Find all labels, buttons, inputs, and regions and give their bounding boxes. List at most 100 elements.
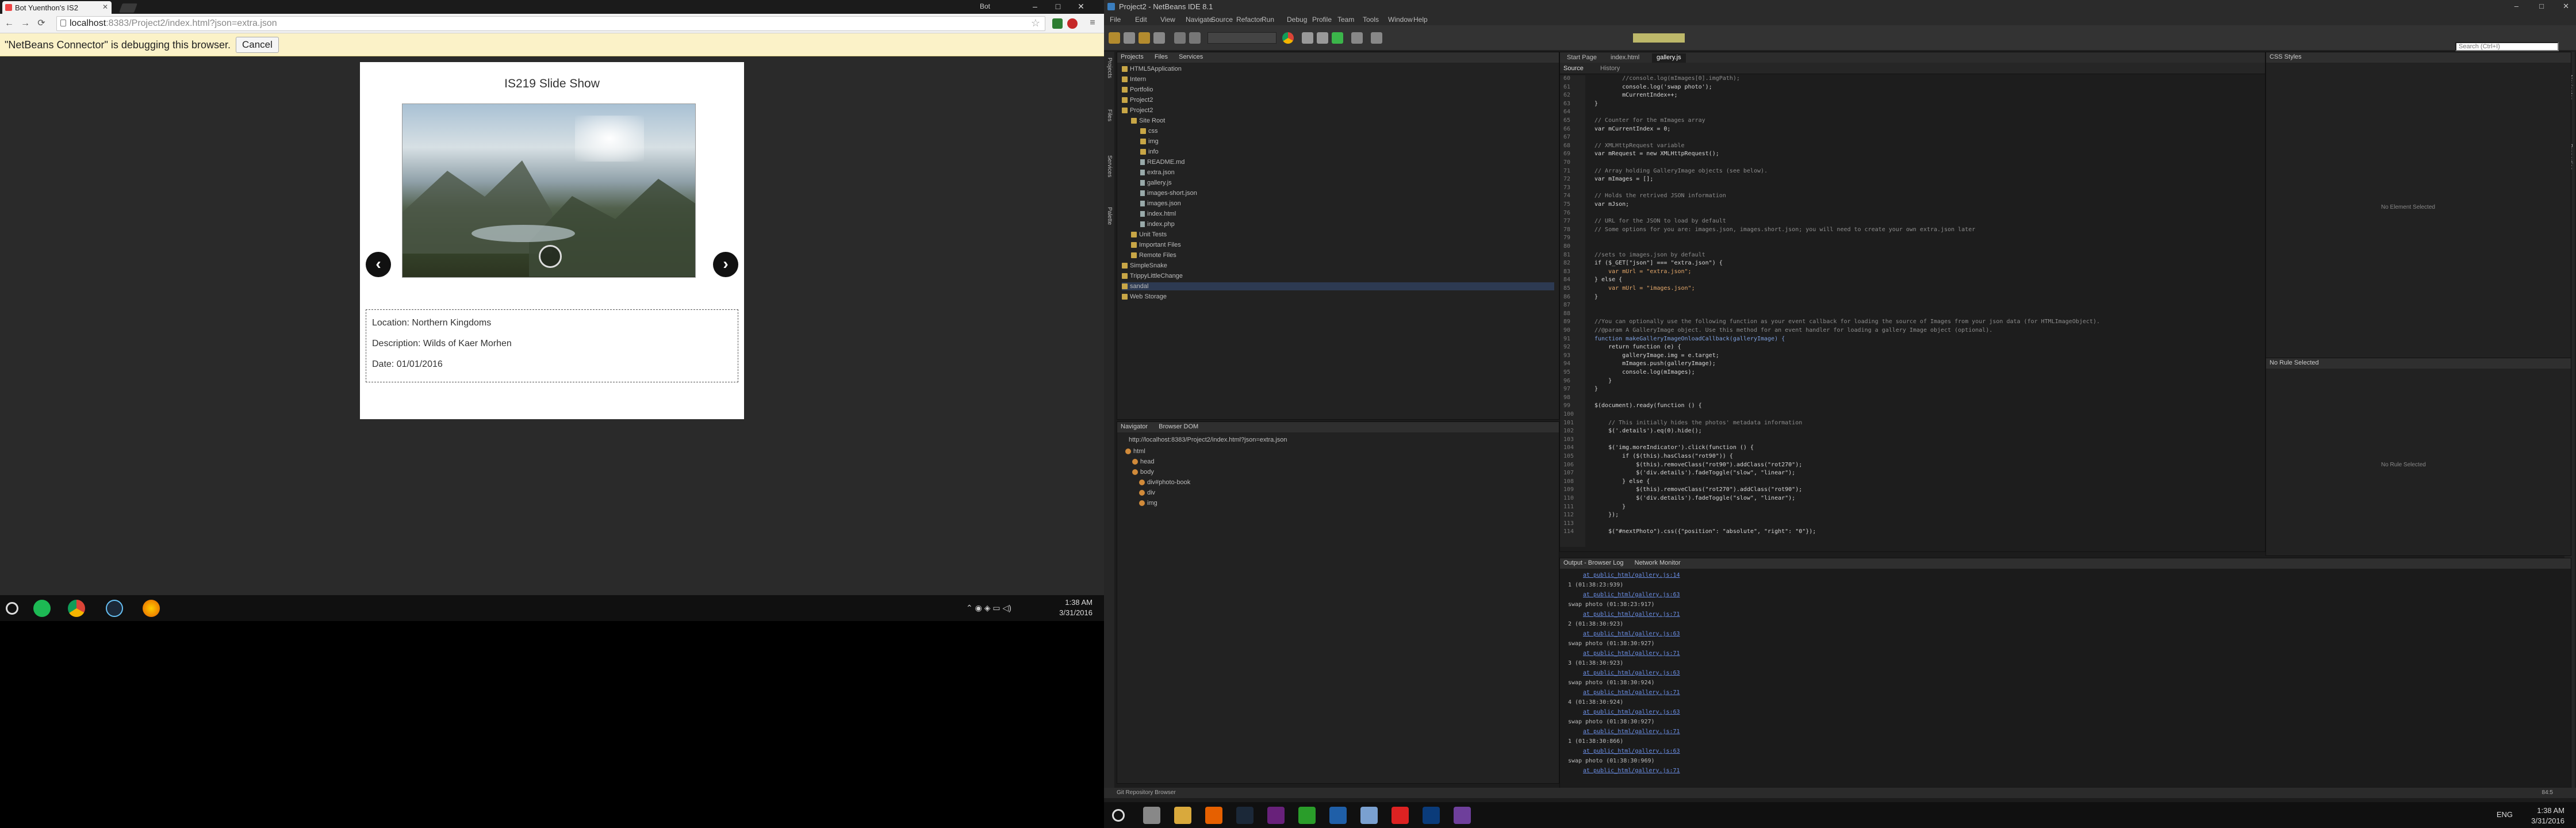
clean-build-icon[interactable]: [1317, 32, 1328, 44]
tab-browser-dom[interactable]: Browser DOM: [1159, 423, 1198, 430]
new-file-icon[interactable]: [1124, 32, 1135, 44]
tree-file[interactable]: extra.json: [1140, 168, 1175, 177]
tree-folder[interactable]: Portfolio: [1122, 86, 1153, 94]
tree-folder[interactable]: Project2: [1122, 96, 1153, 104]
menu-run[interactable]: Run: [1262, 16, 1274, 24]
tree-folder[interactable]: Intern: [1122, 75, 1146, 83]
save-all-icon[interactable]: [1153, 32, 1165, 44]
taskbar-clock[interactable]: 1:38 AM 3/31/2016: [2531, 806, 2564, 826]
config-dropdown[interactable]: [1208, 32, 1276, 44]
virtualbox-icon[interactable]: [1329, 807, 1347, 824]
photoshop-icon[interactable]: [1423, 807, 1440, 824]
tree-folder[interactable]: Site Root: [1131, 117, 1165, 125]
menu-team[interactable]: Team: [1337, 16, 1354, 24]
log-source-link[interactable]: at public_html/gallery.js:71: [1583, 689, 1680, 696]
new-tab-button[interactable]: [119, 3, 137, 13]
next-photo-button[interactable]: ›: [713, 252, 738, 277]
minimize-button[interactable]: –: [1023, 0, 1046, 13]
close-window-button[interactable]: ✕: [2563, 2, 2569, 11]
tree-folder[interactable]: Important Files: [1131, 241, 1181, 249]
task-view-icon[interactable]: [1143, 807, 1160, 824]
tree-folder[interactable]: sandal: [1122, 282, 1554, 290]
log-source-link[interactable]: at public_html/gallery.js:71: [1583, 650, 1680, 657]
address-bar[interactable]: localhost:8383/Project2/index.html?json=…: [56, 16, 1045, 31]
menu-source[interactable]: Source: [1211, 16, 1233, 24]
build-icon[interactable]: [1302, 32, 1313, 44]
code-area[interactable]: 60 //console.log(mImages[0].imgPath); 61 …: [1560, 75, 2265, 547]
netbeans-connector-icon[interactable]: [1067, 18, 1078, 29]
tab-browser-log[interactable]: Output - Browser Log: [1563, 559, 1624, 566]
tree-folder[interactable]: Unit Tests: [1131, 231, 1167, 239]
search-input[interactable]: [2455, 42, 2559, 51]
start-icon[interactable]: [6, 602, 18, 615]
tree-folder[interactable]: Remote Files: [1131, 251, 1176, 259]
redo-icon[interactable]: [1189, 32, 1201, 44]
tree-folder[interactable]: img: [1140, 137, 1159, 145]
start-icon[interactable]: [1112, 809, 1125, 822]
source-view-button[interactable]: Source: [1563, 65, 1584, 72]
memory-meter[interactable]: [1633, 33, 1685, 43]
spotify-icon[interactable]: [33, 600, 51, 617]
tree-file[interactable]: images.json: [1140, 200, 1181, 208]
shield-icon[interactable]: [1298, 807, 1316, 824]
tab-files[interactable]: Files: [1155, 53, 1168, 60]
acrobat-icon[interactable]: [1392, 807, 1409, 824]
extension-icon[interactable]: [1052, 18, 1063, 29]
tab-navigator[interactable]: Navigator: [1121, 423, 1148, 430]
language-indicator[interactable]: ENG: [2497, 810, 2513, 819]
strip-files[interactable]: Files: [1106, 109, 1113, 121]
dom-node[interactable]: body: [1132, 468, 1154, 476]
page-info-icon[interactable]: [60, 20, 66, 26]
tree-file[interactable]: index.html: [1140, 210, 1176, 218]
dom-node[interactable]: html: [1125, 447, 1145, 455]
dom-node[interactable]: div#photo-book: [1139, 478, 1190, 486]
tree-folder[interactable]: css: [1140, 127, 1158, 135]
dom-node[interactable]: div: [1139, 489, 1155, 497]
menu-navigate[interactable]: Navigate: [1186, 16, 1213, 24]
log-source-link[interactable]: at public_html/gallery.js:63: [1583, 748, 1680, 754]
strip-services[interactable]: Services: [1106, 155, 1113, 177]
strip-palette[interactable]: Palette: [1106, 207, 1113, 225]
open-project-icon[interactable]: [1138, 32, 1150, 44]
browser-tab-active[interactable]: Bot Yuenthon's IS2 ✕: [2, 1, 112, 14]
tab-projects[interactable]: Projects: [1121, 53, 1144, 60]
run-project-icon[interactable]: [1332, 32, 1343, 44]
log-source-link[interactable]: at public_html/gallery.js:63: [1583, 631, 1680, 637]
debug-project-icon[interactable]: [1351, 32, 1363, 44]
log-source-link[interactable]: at public_html/gallery.js:63: [1583, 592, 1680, 598]
tab-services[interactable]: Services: [1179, 53, 1203, 60]
menu-edit[interactable]: Edit: [1135, 16, 1147, 24]
cancel-debug-button[interactable]: Cancel: [236, 37, 279, 53]
menu-tools[interactable]: Tools: [1363, 16, 1379, 24]
log-source-link[interactable]: at public_html/gallery.js:71: [1583, 729, 1680, 735]
maximize-button[interactable]: □: [2539, 2, 2544, 10]
menu-help[interactable]: Help: [1413, 16, 1428, 24]
firefox-icon[interactable]: [143, 600, 160, 617]
dom-node[interactable]: img: [1139, 499, 1157, 507]
menu-window[interactable]: Window: [1388, 16, 1413, 24]
browser-select-icon[interactable]: [1282, 32, 1294, 44]
chrome-icon[interactable]: [68, 600, 85, 617]
taskbar-clock[interactable]: 1:38 AM 3/31/2016: [1059, 597, 1092, 618]
strip-projects[interactable]: Projects: [1106, 57, 1113, 78]
log-source-link[interactable]: at public_html/gallery.js:71: [1583, 768, 1680, 774]
log-source-link[interactable]: at public_html/gallery.js:14: [1583, 572, 1680, 578]
steam-icon[interactable]: [106, 600, 123, 617]
visual-studio-icon[interactable]: [1267, 807, 1285, 824]
steam-icon[interactable]: [1236, 807, 1254, 824]
chrome-menu-icon[interactable]: ≡: [1087, 17, 1098, 29]
close-tab-icon[interactable]: ✕: [102, 3, 108, 11]
log-source-link[interactable]: at public_html/gallery.js:71: [1583, 611, 1680, 618]
tab-start-page[interactable]: Start Page: [1562, 53, 1601, 63]
bookmark-star-icon[interactable]: ☆: [1031, 17, 1040, 29]
tree-file[interactable]: index.php: [1140, 220, 1175, 228]
firefox-icon[interactable]: [1205, 807, 1222, 824]
tree-folder[interactable]: Web Storage: [1122, 293, 1167, 301]
prev-photo-button[interactable]: ‹: [366, 252, 391, 277]
menu-view[interactable]: View: [1160, 16, 1175, 24]
back-icon[interactable]: ←: [3, 18, 15, 29]
tree-folder[interactable]: SimpleSnake: [1122, 262, 1167, 270]
tree-file[interactable]: gallery.js: [1140, 179, 1172, 187]
tree-file[interactable]: README.md: [1140, 158, 1184, 166]
slide-photo[interactable]: [402, 103, 696, 278]
